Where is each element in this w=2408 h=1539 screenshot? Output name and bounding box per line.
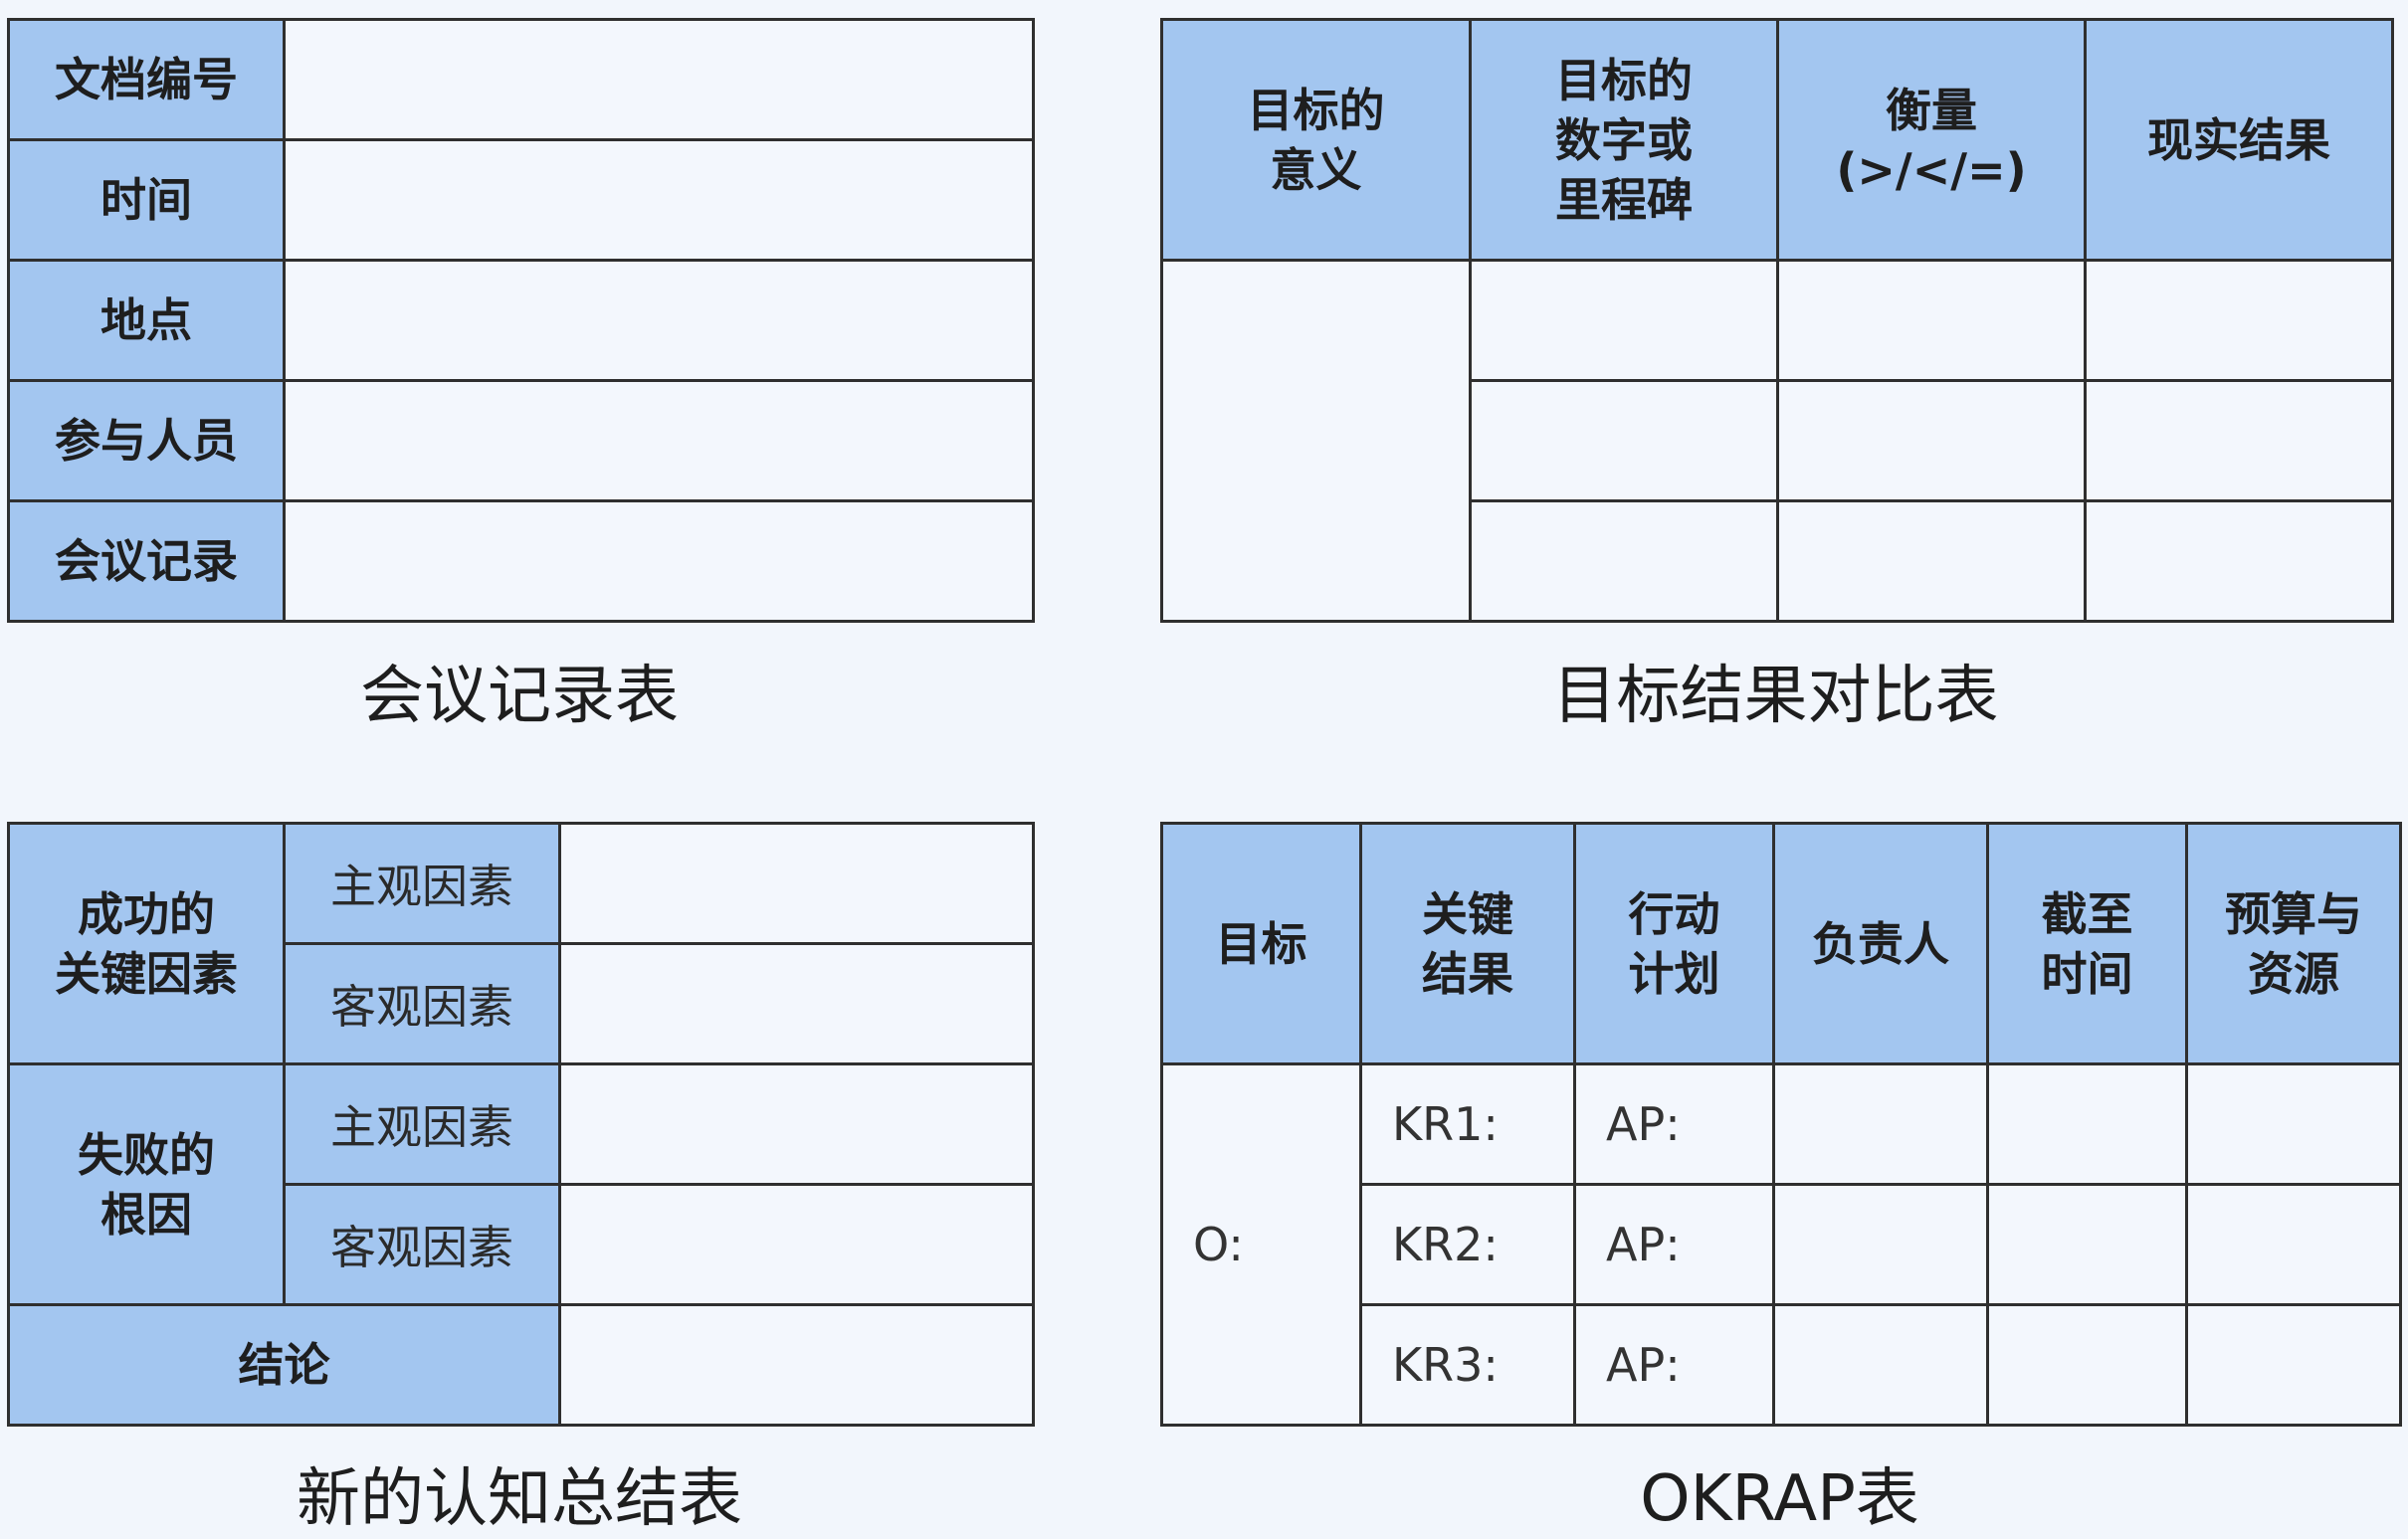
location-value xyxy=(283,259,1035,382)
goal-table-caption: 目标结果对比表 xyxy=(1552,660,1999,733)
header-budget-resources: 预算与 资源 xyxy=(2185,822,2402,1065)
header-owner: 负责人 xyxy=(1772,822,1989,1065)
failure-subjective-value xyxy=(558,1062,1035,1186)
goal-table-cell xyxy=(1776,499,2087,623)
ap-cell: AP: xyxy=(1573,1062,1775,1186)
goal-meaning-cell xyxy=(1160,259,1472,623)
header-deadline: 截至 时间 xyxy=(1986,822,2188,1065)
goal-table-cell xyxy=(2084,499,2394,623)
success-subjective-value xyxy=(558,822,1035,945)
okrap-cell xyxy=(1986,1183,2188,1306)
row-label-location: 地点 xyxy=(7,259,286,382)
header-actual-result: 现实结果 xyxy=(2084,18,2394,262)
minutes-value xyxy=(283,499,1035,623)
goal-table-cell xyxy=(1469,499,1779,623)
header-key-results: 关键 结果 xyxy=(1359,822,1576,1065)
header-action-plan: 行动 计划 xyxy=(1573,822,1775,1065)
row-label-participants: 参与人员 xyxy=(7,379,286,502)
conclusion-label: 结论 xyxy=(7,1303,561,1427)
okrap-table-caption: OKRAP表 xyxy=(1640,1462,1919,1536)
time-value xyxy=(283,138,1035,262)
okrap-cell xyxy=(2185,1303,2402,1427)
header-measure: 衡量 (>/</=) xyxy=(1776,18,2087,262)
row-label-time: 时间 xyxy=(7,138,286,262)
kr1-cell: KR1: xyxy=(1359,1062,1576,1186)
okrap-cell xyxy=(1772,1062,1989,1186)
okrap-cell xyxy=(2185,1183,2402,1306)
meeting-table-caption: 会议记录表 xyxy=(360,660,679,733)
goal-table-cell xyxy=(2084,379,2394,502)
cognition-summary-table: 成功的 关键因素 主观因素 客观因素 失败的 根因 主观因素 客观因素 结论 xyxy=(7,822,1035,1427)
kr3-cell: KR3: xyxy=(1359,1303,1576,1427)
ap-cell: AP: xyxy=(1573,1303,1775,1427)
okrap-cell xyxy=(1772,1303,1989,1427)
header-goal-meaning: 目标的 意义 xyxy=(1160,18,1472,262)
row-label-doc-number: 文档编号 xyxy=(7,18,286,141)
success-factors-label: 成功的 关键因素 xyxy=(7,822,286,1065)
failure-objective-value xyxy=(558,1183,1035,1306)
success-objective-label: 客观因素 xyxy=(283,942,561,1065)
ap-cell: AP: xyxy=(1573,1183,1775,1306)
header-goal-milestone: 目标的 数字或 里程碑 xyxy=(1469,18,1779,262)
okrap-cell xyxy=(2185,1062,2402,1186)
failure-subjective-label: 主观因素 xyxy=(283,1062,561,1186)
kr2-cell: KR2: xyxy=(1359,1183,1576,1306)
participants-value xyxy=(283,379,1035,502)
okrap-cell xyxy=(1772,1183,1989,1306)
row-label-minutes: 会议记录 xyxy=(7,499,286,623)
conclusion-value xyxy=(558,1303,1035,1427)
doc-number-value xyxy=(283,18,1035,141)
goal-table-cell xyxy=(1469,259,1779,382)
success-objective-value xyxy=(558,942,1035,1065)
cognition-table-caption: 新的认知总结表 xyxy=(297,1462,742,1536)
meeting-record-table: 文档编号 时间 地点 参与人员 会议记录 xyxy=(7,18,1035,623)
goal-table-cell xyxy=(1776,259,2087,382)
goal-table-cell xyxy=(1469,379,1779,502)
okrap-cell xyxy=(1986,1062,2188,1186)
failure-objective-label: 客观因素 xyxy=(283,1183,561,1306)
goal-table-cell xyxy=(1776,379,2087,502)
goal-result-table: 目标的 意义 目标的 数字或 里程碑 衡量 (>/</=) 现实结果 xyxy=(1160,18,2394,623)
goal-table-cell xyxy=(2084,259,2394,382)
failure-root-cause-label: 失败的 根因 xyxy=(7,1062,286,1306)
success-subjective-label: 主观因素 xyxy=(283,822,561,945)
objective-cell: O: xyxy=(1160,1062,1362,1427)
header-objective: 目标 xyxy=(1160,822,1362,1065)
okrap-table: 目标 关键 结果 行动 计划 负责人 截至 时间 预算与 资源 O: KR1: … xyxy=(1160,822,2402,1427)
okrap-cell xyxy=(1986,1303,2188,1427)
